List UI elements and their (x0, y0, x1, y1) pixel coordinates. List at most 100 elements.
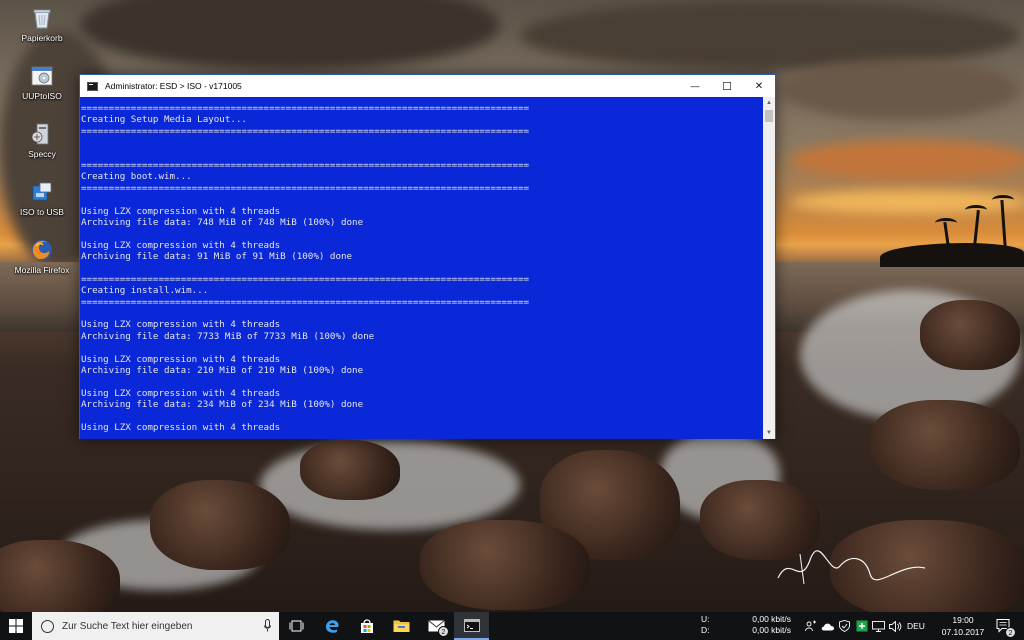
cloud-icon (821, 623, 834, 630)
console-line: ========================================… (81, 159, 530, 171)
console-line: Archiving file data: 748 MiB of 748 MiB … (81, 216, 364, 228)
upload-speed: 0,00 kbit/s (752, 614, 791, 624)
taskbar-task-view[interactable] (279, 612, 314, 640)
console-icon (87, 81, 98, 91)
taskbar-store[interactable] (349, 612, 384, 640)
minimize-button[interactable]: — (679, 75, 711, 97)
desktop-icon-uuptoiso[interactable]: UUPtoISO (5, 64, 79, 101)
desktop-icon-recycle-bin[interactable]: Papierkorb (5, 6, 79, 43)
tray-people[interactable] (802, 612, 819, 640)
wallpaper-cloud (80, 0, 500, 70)
cortana-icon (41, 619, 54, 633)
taskbar-edge[interactable] (314, 612, 349, 640)
close-button[interactable]: ✕ (743, 75, 775, 97)
console-line: Using LZX compression with 4 threads (81, 387, 281, 399)
notification-count: 2 (1005, 627, 1016, 638)
console-icon (463, 618, 480, 632)
tray-green-app[interactable] (853, 612, 870, 640)
iso-to-usb-app-icon (32, 182, 52, 201)
window-title: Administrator: ESD > ISO - v171005 (105, 81, 242, 91)
wallpaper-palm-frond (992, 195, 1014, 205)
console-line: Using LZX compression with 4 threads (81, 319, 281, 331)
tray-defender[interactable] (836, 612, 853, 640)
desktop-icon-firefox[interactable]: Mozilla Firefox (5, 238, 79, 275)
maximize-button[interactable]: ☐ (711, 75, 743, 97)
tray-network[interactable] (870, 612, 887, 640)
network-icon (872, 620, 885, 632)
people-icon (804, 620, 816, 632)
console-line: Creating install.wim... (81, 285, 209, 297)
close-icon: ✕ (754, 80, 764, 92)
console-line: ========================================… (81, 125, 530, 137)
window-titlebar[interactable]: Administrator: ESD > ISO - v171005 — ☐ ✕ (80, 75, 775, 97)
scrollbar-thumb[interactable] (765, 110, 773, 122)
scroll-down-arrow-icon[interactable]: ▼ (763, 427, 775, 439)
action-center-button[interactable]: 2 (990, 612, 1018, 640)
wallpaper-rock (150, 480, 290, 570)
recycle-bin-icon (33, 9, 51, 29)
console-line: Creating boot.wim... (81, 171, 192, 183)
console-line: ========================================… (81, 296, 530, 308)
input-language[interactable]: DEU (907, 621, 925, 631)
console-line: Using LZX compression with 4 threads (81, 353, 281, 365)
wallpaper-rock (870, 400, 1020, 490)
wallpaper-island (880, 243, 1024, 267)
desktop-icon-label: UUPtoISO (22, 91, 62, 101)
wallpaper-palm-frond (935, 218, 957, 228)
wallpaper-rock (300, 440, 400, 500)
scroll-up-arrow-icon[interactable]: ▲ (763, 97, 775, 109)
windows-logo-icon (9, 619, 23, 633)
console-line: Creating Setup Media Layout... (81, 114, 247, 126)
console-line: ========================================… (81, 182, 530, 194)
tray-volume[interactable] (887, 612, 904, 640)
desktop-icon-label: Mozilla Firefox (14, 265, 70, 275)
desktop-icon-iso-to-usb[interactable]: ISO to USB (5, 180, 79, 217)
desktop-icon-speccy[interactable]: Speccy (5, 122, 79, 159)
taskbar-mail[interactable]: 2 (419, 612, 454, 640)
wallpaper-rock (420, 520, 590, 610)
console-output[interactable]: ========================================… (80, 97, 764, 439)
taskbar-console[interactable] (454, 612, 489, 640)
start-button[interactable] (0, 612, 32, 640)
taskbar-clock[interactable]: 19:00 07.10.2017 (938, 614, 988, 638)
mail-badge: 2 (438, 626, 449, 637)
console-line: Using LZX compression with 4 threads (81, 205, 281, 217)
upload-label: U: (701, 614, 710, 624)
wallpaper-cloud (780, 60, 1020, 120)
desktop-icon-label: Speccy (28, 149, 56, 159)
photographer-signature (777, 550, 926, 585)
desktop-icon-label: Papierkorb (21, 33, 63, 43)
task-view-icon (289, 620, 304, 632)
folder-icon (393, 620, 410, 632)
download-label: D: (701, 625, 710, 635)
taskbar-search-box[interactable]: Zur Suche Text hier eingeben (32, 612, 279, 640)
wallpaper-cloud (790, 140, 1024, 180)
vertical-scrollbar[interactable]: ▲ ▼ (763, 97, 775, 439)
console-line: Using LZX compression with 4 threads (81, 421, 281, 433)
tray-onedrive[interactable] (819, 612, 836, 640)
wallpaper-rock (920, 300, 1020, 370)
console-window[interactable]: Administrator: ESD > ISO - v171005 — ☐ ✕… (79, 74, 776, 439)
firefox-icon (32, 240, 52, 260)
console-line: Archiving file data: 210 MiB of 210 MiB … (81, 364, 364, 376)
network-meter: U: 0,00 kbit/s D: 0,00 kbit/s (701, 614, 791, 638)
taskbar-file-explorer[interactable] (384, 612, 419, 640)
console-line: Archiving file data: 91 MiB of 91 MiB (1… (81, 251, 353, 263)
wallpaper-cloud (520, 0, 1020, 70)
console-line: Using LZX compression with 4 threads (81, 239, 281, 251)
search-placeholder: Zur Suche Text hier eingeben (62, 620, 193, 632)
green-app-icon (856, 620, 867, 632)
microphone-icon[interactable] (264, 619, 271, 632)
edge-icon (325, 620, 339, 633)
console-line: ========================================… (81, 273, 530, 285)
speccy-app-icon (31, 123, 49, 145)
console-line: Archiving file data: 7733 MiB of 7733 Mi… (81, 330, 375, 342)
download-speed: 0,00 kbit/s (752, 625, 791, 635)
